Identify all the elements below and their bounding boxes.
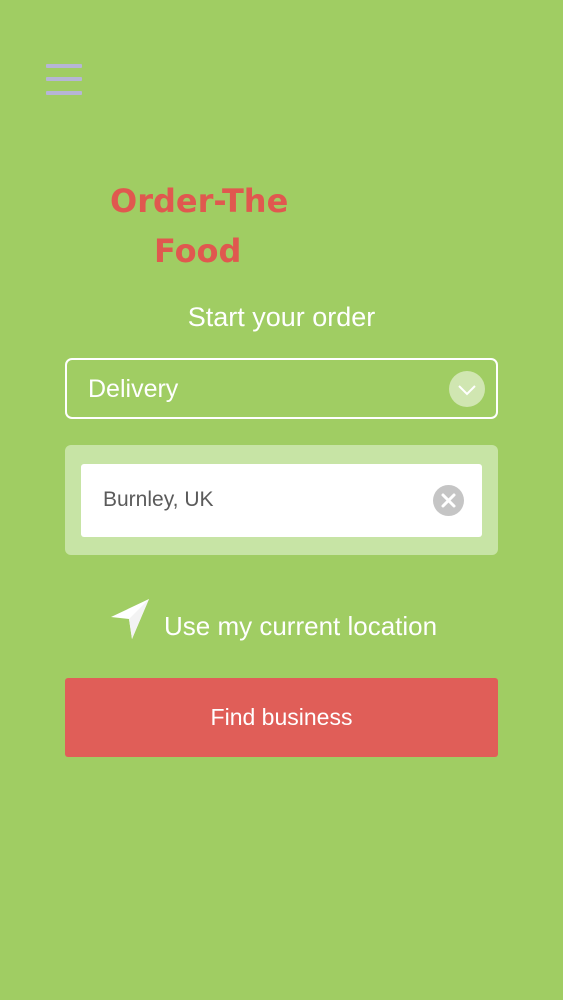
- chevron-down-icon: [449, 371, 485, 407]
- app-logo: Order-The Food: [110, 182, 310, 276]
- menu-button[interactable]: [46, 64, 82, 96]
- clear-x-icon[interactable]: [433, 485, 464, 516]
- order-type-select[interactable]: Delivery: [65, 358, 498, 419]
- location-search-field[interactable]: [81, 464, 482, 537]
- use-current-location[interactable]: Use my current location: [110, 598, 470, 648]
- location-arrow-icon: [110, 598, 150, 645]
- location-search-container: [65, 445, 498, 555]
- find-business-button[interactable]: Find business: [65, 678, 498, 757]
- hamburger-menu-icon: [46, 64, 82, 68]
- order-type-value: Delivery: [88, 375, 179, 403]
- logo-line1: Order-The: [110, 182, 289, 220]
- logo-line2: Food: [154, 232, 242, 270]
- current-location-label: Use my current location: [164, 611, 438, 641]
- location-search-input[interactable]: [103, 484, 423, 516]
- page-heading: Start your order: [187, 302, 376, 332]
